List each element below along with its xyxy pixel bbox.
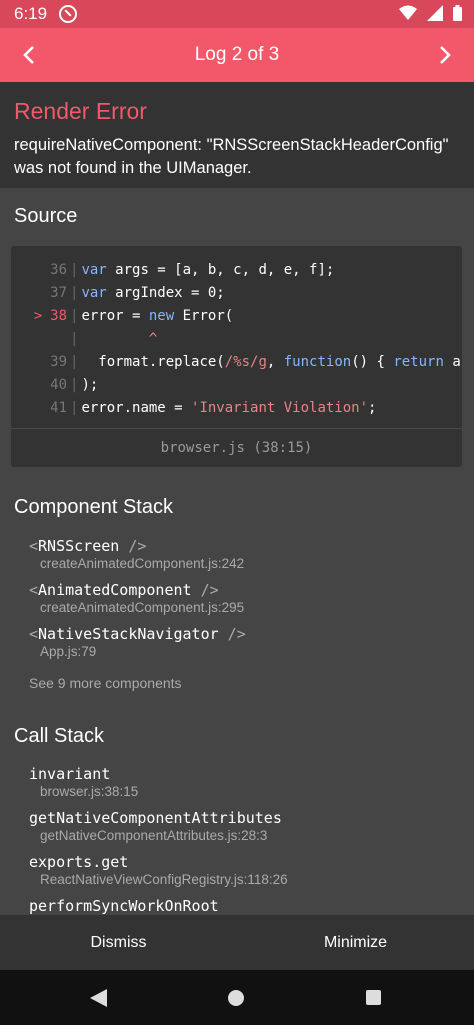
code-token: function — [283, 353, 352, 370]
gutter-divider: | — [70, 353, 79, 370]
call-stack-title: Call Stack — [14, 725, 105, 747]
gutter-divider: | — [70, 330, 79, 347]
component-file: createAnimatedComponent.js:242 — [40, 556, 245, 571]
gutter-divider: | — [70, 261, 79, 278]
code-token: argIndex = 0; — [106, 284, 225, 301]
see-more-components-button[interactable]: See 9 more components — [29, 675, 182, 691]
status-time: 6:19 — [14, 4, 48, 23]
code-token: var — [81, 261, 107, 278]
code-token: error.name = — [81, 399, 192, 416]
code-line: 41 | error.name = 'Invariant Violation'; — [11, 396, 462, 419]
chevron-right-icon — [440, 46, 451, 64]
code-token: ; — [368, 399, 377, 416]
previous-log-button[interactable] — [14, 40, 44, 70]
line-number: 37 — [50, 284, 67, 301]
home-icon[interactable] — [228, 990, 244, 1006]
code-token: /%s/g — [224, 353, 267, 370]
code-token: 'Invariant Violation' — [191, 399, 369, 416]
code-line: 39 | format.replace(/%s/g, function() { r… — [11, 350, 462, 373]
code-line: 40 |); — [11, 373, 462, 396]
gutter-divider: | — [70, 284, 79, 301]
wifi-icon — [399, 5, 417, 20]
frame-function: performSyncWorkOnRoot — [29, 897, 219, 915]
dismiss-button[interactable]: Dismiss — [0, 915, 237, 970]
log-header: Log 2 of 3 — [0, 28, 474, 82]
frame-function: getNativeComponentAttributes — [29, 809, 282, 827]
source-file-location[interactable]: browser.js (38:15) — [11, 440, 462, 456]
frame-file: ReactNativeViewConfigRegistry.js:118:26 — [40, 872, 288, 887]
error-message: requireNativeComponent: "RNSScreenStackH… — [14, 136, 449, 177]
battery-icon — [453, 5, 462, 21]
footer-bar: Dismiss Minimize — [0, 915, 474, 970]
signal-icon — [427, 5, 443, 21]
component-stack-title: Component Stack — [14, 496, 173, 518]
code-token: return — [393, 353, 444, 370]
line-number-value: 38 — [50, 307, 67, 324]
source-section-title: Source — [14, 205, 78, 227]
component-file: App.js:79 — [40, 644, 97, 659]
line-number: 41 — [50, 399, 67, 416]
chevron-left-icon — [23, 46, 34, 64]
line-number: 36 — [50, 261, 67, 278]
code-token: () { — [351, 353, 394, 370]
component-name: AnimatedComponent — [38, 581, 192, 599]
gutter-divider: | — [70, 399, 79, 416]
code-token: ); — [81, 376, 99, 393]
status-bar: 6:19 — [0, 0, 474, 28]
code-line: 36 | var args = [a, b, c, d, e, f]; — [11, 258, 462, 281]
code-token: ^ — [81, 330, 158, 347]
frame-file: browser.js:38:15 — [40, 784, 139, 799]
code-token: var — [81, 284, 107, 301]
log-title: Log 2 of 3 — [194, 44, 280, 65]
code-token: a — [443, 353, 461, 370]
frame-function: exports.get — [29, 853, 129, 871]
code-token: Error( — [174, 307, 234, 324]
component-name: NativeStackNavigator — [38, 625, 219, 643]
error-summary: Render Error requireNativeComponent: "RN… — [0, 82, 474, 188]
source-code-box: 36 | var args = [a, b, c, d, e, f]; 37 | var … — [11, 246, 462, 467]
code-token: format.replace( — [81, 353, 225, 370]
code-line: >38 | error = new Error( — [11, 304, 462, 327]
line-number: 39 — [50, 353, 67, 370]
next-log-button[interactable] — [430, 40, 460, 70]
android-nav-bar — [0, 970, 474, 1025]
code-token: error = — [81, 307, 149, 324]
recent-apps-icon[interactable] — [366, 990, 381, 1005]
code-token: args = [a, b, c, d, e, f]; — [106, 261, 335, 278]
error-title: Render Error — [14, 98, 147, 124]
line-number: >38 — [11, 308, 67, 324]
minimize-button[interactable]: Minimize — [237, 915, 474, 970]
log-content[interactable]: Source 36 | var args = [a, b, c, d, e, f];… — [0, 188, 474, 915]
code-line: 37 | var argIndex = 0; — [11, 281, 462, 304]
component-file: createAnimatedComponent.js:295 — [40, 600, 245, 615]
code-token: , — [266, 353, 284, 370]
back-icon[interactable] — [90, 989, 107, 1007]
gutter-divider: | — [70, 307, 79, 324]
notification-icon — [59, 5, 78, 23]
code-divider — [11, 428, 462, 429]
component-name: RNSScreen — [38, 537, 120, 555]
frame-file: getNativeComponentAttributes.js:28:3 — [40, 828, 268, 843]
frame-function: invariant — [29, 765, 111, 783]
current-line-marker: > — [33, 307, 43, 324]
code-line: | ^ — [11, 327, 462, 350]
gutter-divider: | — [70, 376, 79, 393]
code-token: new — [148, 307, 175, 324]
line-number: 40 — [50, 376, 67, 393]
status-icons — [399, 5, 462, 21]
